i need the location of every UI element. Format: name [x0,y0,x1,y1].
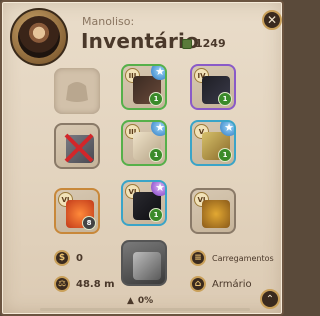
enchant-badge: 1 [218,92,232,106]
inventory-panel: Manoliso: Inventário 1249 ✕ III 1 ★ IV 1… [0,0,284,316]
weight-stat-value: 48.8 m [76,278,115,290]
close-icon: ✕ [266,13,278,27]
enchant-badge: 1 [149,148,163,162]
load-indicator: ▲ 0% [127,296,153,306]
player-name: Manoliso: [82,15,135,28]
enchant-badge: 1 [149,92,163,106]
food-bowl-icon [202,200,230,228]
weight-stat: ⚖ 48.8 m [54,276,115,292]
quality-star-icon: ★ [151,182,165,196]
slot-potion[interactable]: VI 8 [54,188,100,234]
quality-star-icon: ★ [220,122,234,136]
silver-coin-icon: $ [54,250,70,266]
silver-display: $ 0 [54,250,83,266]
slot-empty-bag[interactable] [54,68,100,114]
unavailable-x-icon [64,133,94,163]
mount-icon [133,252,161,280]
quality-star-icon: ★ [151,66,165,80]
loadouts-icon: ≡ [190,250,206,266]
enchant-badge: 1 [149,208,163,222]
enchant-badge: 1 [218,148,232,162]
loadouts-button[interactable]: ≡ Carregamentos [190,250,274,266]
close-button[interactable]: ✕ [262,10,282,30]
slot-armor[interactable]: III 1 ★ [121,120,167,166]
wardrobe-label: Armário [212,278,252,290]
expand-button[interactable]: ⌃ [260,289,280,309]
load-percent: 0% [137,296,154,306]
weight-value: 1249 [195,37,226,50]
slot-head[interactable]: IV 1 [190,64,236,110]
slot-mount[interactable] [121,240,167,286]
wardrobe-icon: ⌂ [190,276,206,292]
load-icon: ▲ [127,296,134,306]
slot-offhand[interactable]: V 1 ★ [190,120,236,166]
avatar-frame[interactable] [10,8,68,66]
wardrobe-button[interactable]: ⌂ Armário [190,276,252,292]
quality-star-icon: ★ [151,122,165,136]
loadouts-label: Carregamentos [212,253,274,263]
weight-icon: ⚖ [54,276,70,292]
stack-count: 8 [82,216,96,230]
weight-icon [182,38,192,49]
chevron-up-icon: ⌃ [265,293,275,305]
weight-display: 1249 [182,37,226,50]
load-bar [40,308,250,311]
bag-icon [66,82,88,102]
avatar [18,16,60,58]
silver-value: 0 [76,252,83,264]
slot-broken[interactable] [54,123,100,169]
slot-boots[interactable]: VI 1 ★ [121,180,167,226]
slot-food[interactable]: VI [190,188,236,234]
slot-cape[interactable]: III 1 ★ [121,64,167,110]
